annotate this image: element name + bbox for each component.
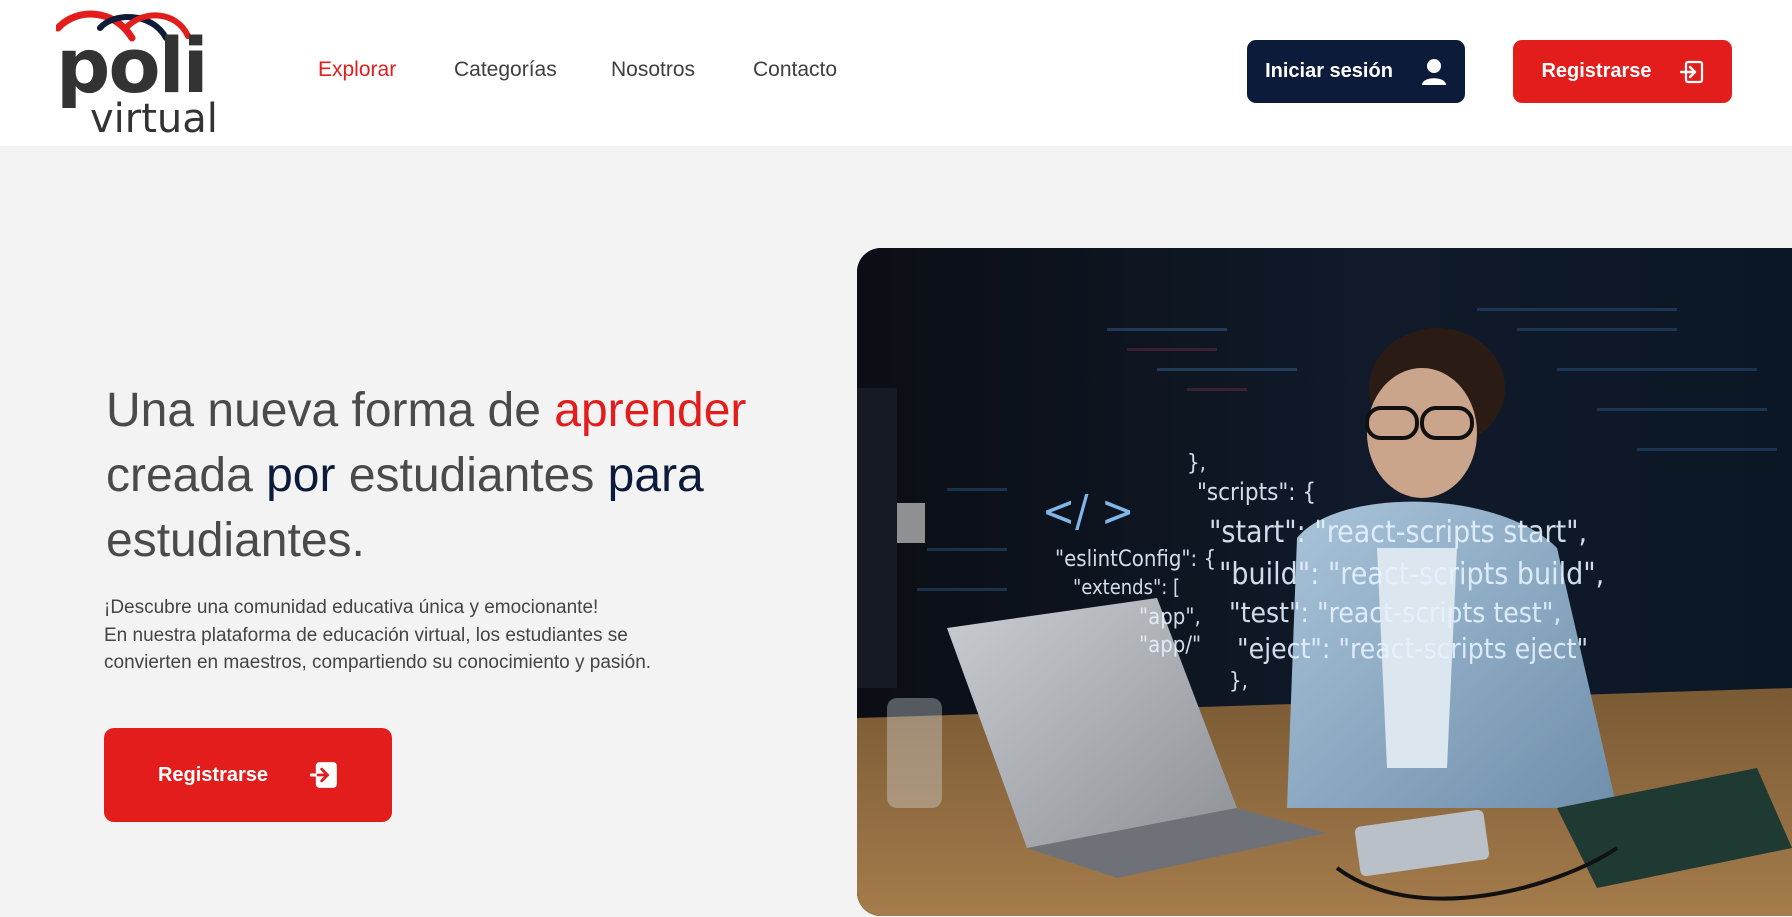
hero-title-part-1: Una nueva forma de (106, 384, 555, 437)
nav-item-nosotros[interactable]: Nosotros (611, 58, 695, 82)
hero-image-illustration: </ > }, "scripts": { "start": "react-scr… (857, 248, 1792, 916)
login-button-label: Iniciar sesión (1265, 60, 1393, 82)
code-line: "app", (1139, 605, 1201, 630)
logo-brand-bottom: virtual (90, 96, 218, 136)
poli-virtual-logo[interactable]: poli virtual (56, 6, 236, 136)
code-line: </ > (1042, 486, 1134, 537)
hero-description-line: En nuestra plataforma de educación virtu… (104, 624, 628, 646)
hero-description: ¡Descubre una comunidad educativa única … (104, 594, 724, 677)
code-line: }, (1187, 451, 1206, 476)
hero-title-part-7: estudiantes. (106, 514, 365, 567)
code-line: "start": "react-scripts start", (1209, 515, 1587, 550)
hero-description-line: convierten en maestros, compartiendo su … (104, 652, 652, 673)
hero-title-part-3: creada (106, 449, 267, 502)
sign-in-icon (1679, 60, 1703, 83)
code-line: "scripts": { (1197, 478, 1316, 506)
code-line: "extends": [ (1073, 575, 1180, 599)
hero-title-highlight-aprender: aprender (554, 384, 747, 437)
code-line: "eject": "react-scripts eject" (1237, 632, 1588, 665)
hero-description-line: ¡Descubre una comunidad educativa única … (104, 597, 599, 618)
hero-image-student-coding: </ > }, "scripts": { "start": "react-scr… (857, 248, 1792, 916)
code-line: "build": "react-scripts build", (1219, 557, 1604, 592)
code-line: }, (1229, 669, 1248, 694)
nav-item-categorias[interactable]: Categorías (454, 58, 557, 82)
nav-item-explorar[interactable]: Explorar (318, 58, 396, 82)
hero-title-part-5: estudiantes (335, 449, 608, 502)
user-icon (1421, 58, 1446, 85)
register-button-hero-label: Registrarse (157, 763, 269, 786)
hero-title: Una nueva forma de aprender creada por es… (106, 378, 786, 573)
hero-title-highlight-para: para (607, 449, 704, 502)
nav-item-contacto[interactable]: Contacto (753, 58, 837, 82)
register-button-hero[interactable]: Registrarse (104, 728, 392, 822)
code-line: "app/" (1139, 633, 1201, 658)
hero-title-highlight-por: por (266, 449, 336, 502)
register-button-header[interactable]: Registrarse (1513, 40, 1732, 103)
site-header: poli virtual Explorar Categorías Nosotro… (0, 0, 1792, 146)
sign-in-icon (310, 762, 337, 788)
register-button-header-label: Registrarse (1541, 60, 1652, 82)
code-line: "test": "react-scripts test", (1229, 596, 1561, 629)
code-line: "eslintConfig": { (1055, 547, 1216, 572)
login-button[interactable]: Iniciar sesión (1247, 40, 1465, 103)
